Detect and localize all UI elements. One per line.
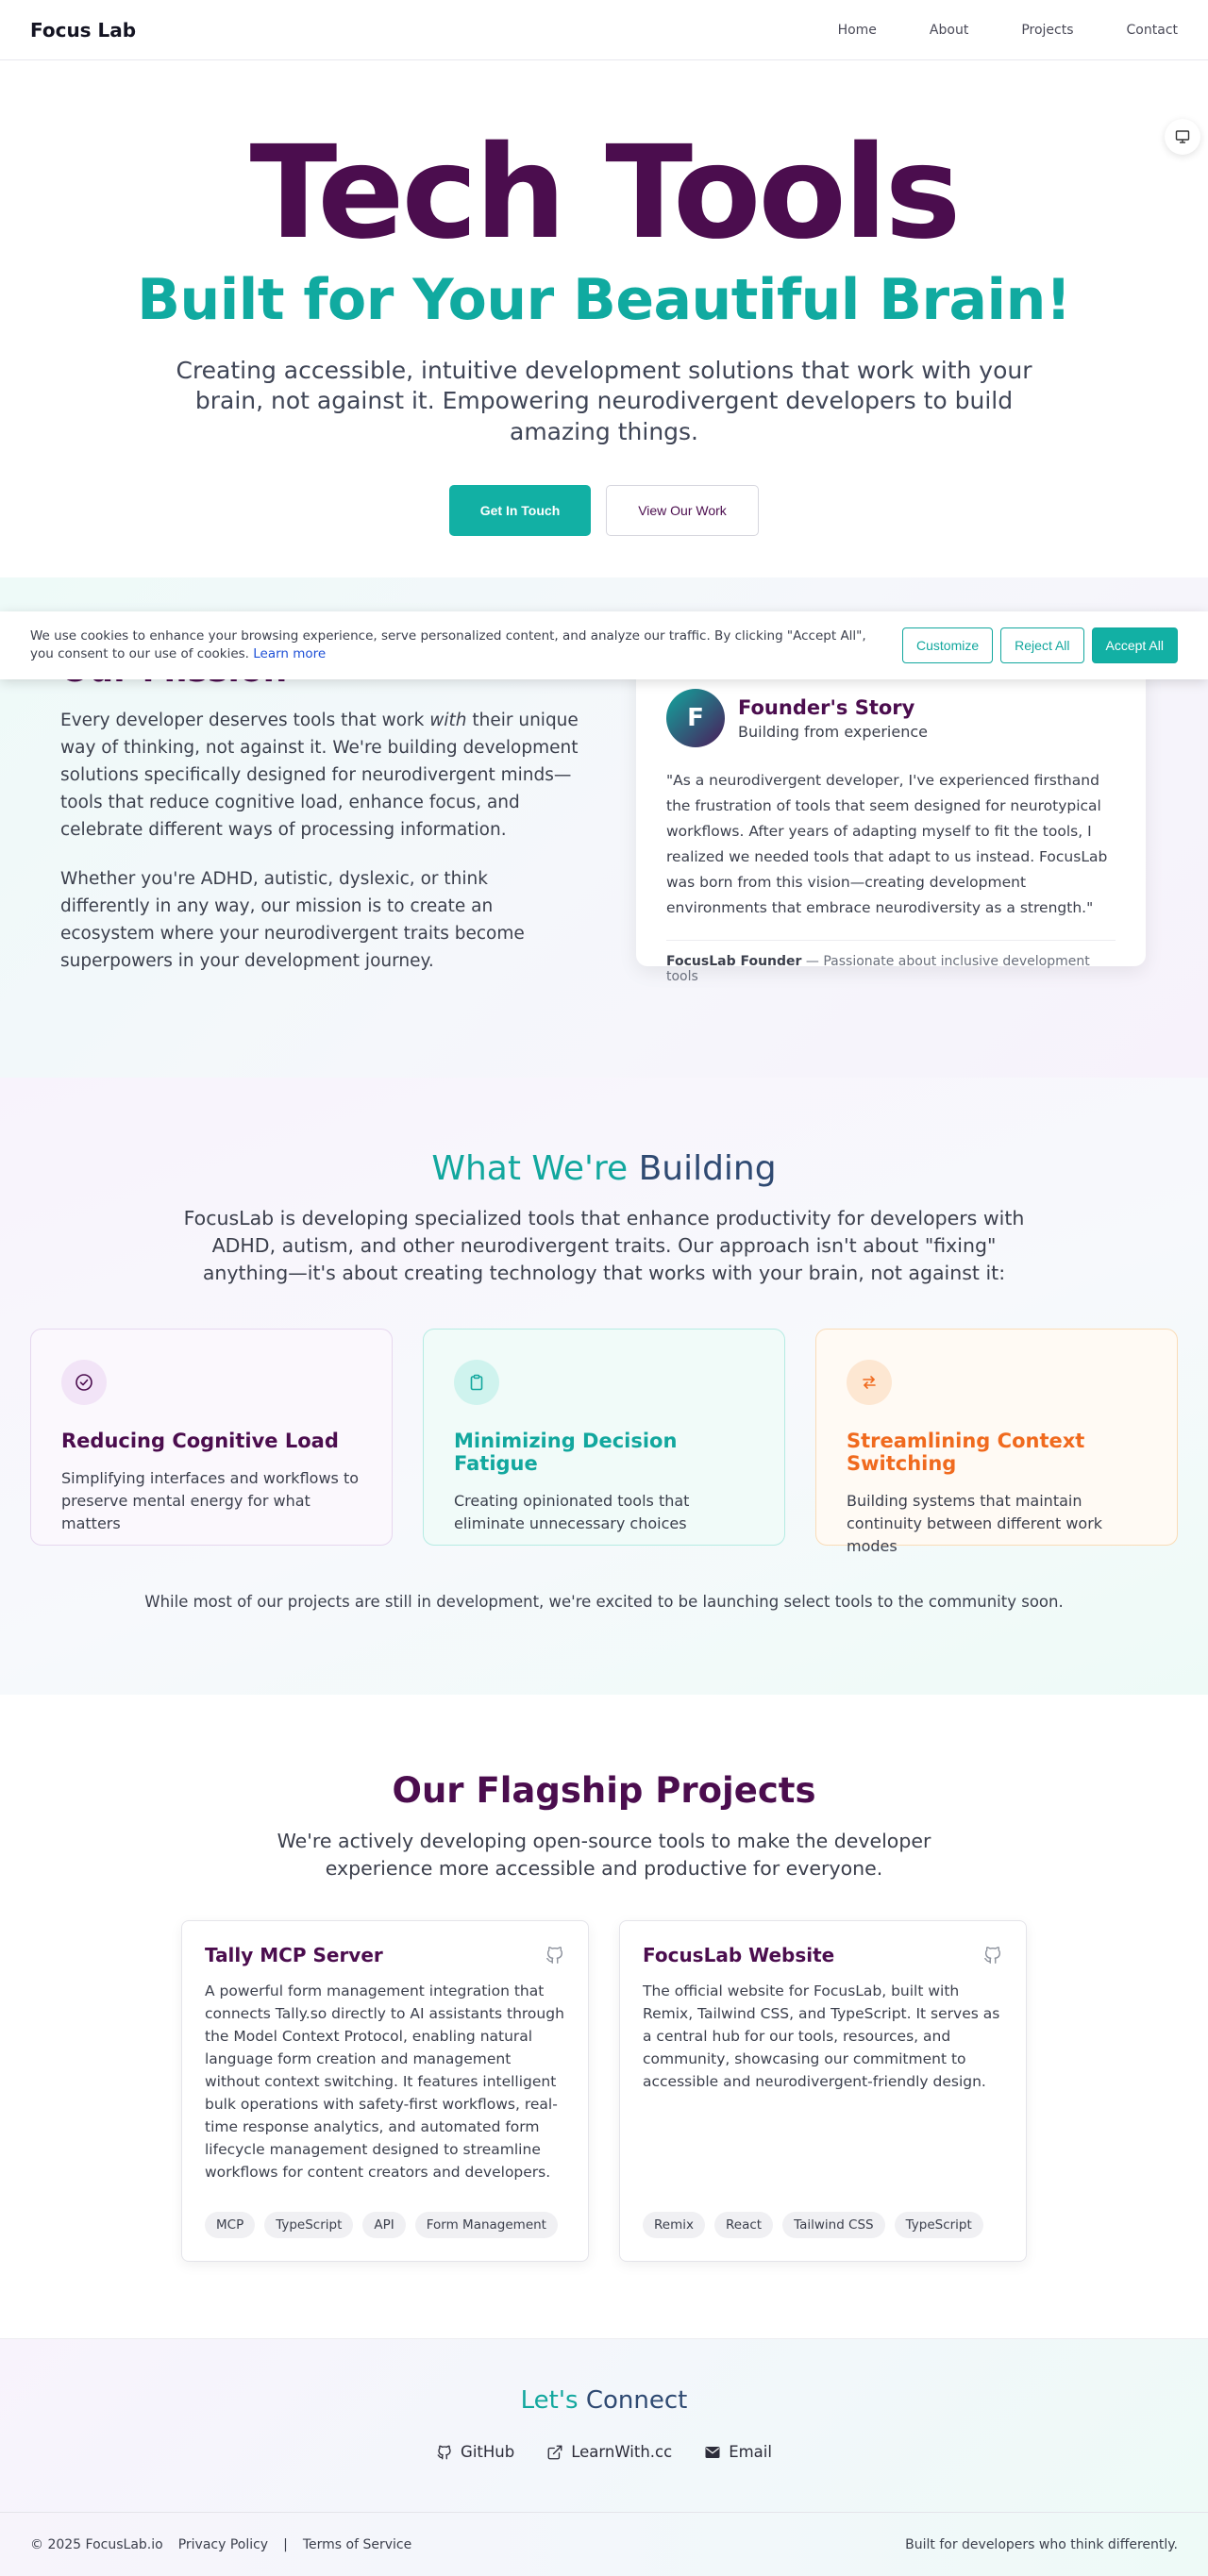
check-circle-icon: [76, 1374, 92, 1391]
mission-paragraph-2: Whether you're ADHD, autistic, dyslexic,…: [60, 869, 525, 971]
learn-more-link[interactable]: Learn more: [253, 646, 326, 661]
tag: API: [362, 2212, 406, 2238]
founder-header: F Founder's Story Building from experien…: [666, 689, 1116, 747]
founder-subtitle: Building from experience: [738, 722, 928, 741]
mission-text: Our Mission Every developer deserves too…: [60, 651, 579, 975]
project-card-focuslab-website: FocusLab Website The official website fo…: [619, 1920, 1027, 2262]
nav-links: Home About Projects Contact: [785, 23, 1178, 38]
building-title: What We're Building: [431, 1149, 777, 1188]
feature-description: Simplifying interfaces and workflows to …: [61, 1469, 360, 1532]
hero-subtitle: Built for Your Beautiful Brain!: [137, 266, 1071, 333]
email-link[interactable]: Email: [704, 2443, 772, 2461]
project-description: A powerful form management integration t…: [205, 1982, 564, 2181]
footer: © 2025 FocusLab.io Privacy Policy | Term…: [0, 2512, 1208, 2576]
terms-of-service-link[interactable]: Terms of Service: [303, 2537, 411, 2552]
project-title: Tally MCP Server: [205, 1944, 383, 1966]
copyright: © 2025 FocusLab.io: [30, 2536, 163, 2552]
view-our-work-button[interactable]: View Our Work: [606, 485, 759, 537]
feature-title: Streamlining Context Switching: [847, 1430, 1085, 1475]
feature-title: Minimizing Decision Fatigue: [454, 1430, 678, 1475]
feature-card-cognitive-load: Reducing Cognitive Load Simplifying inte…: [30, 1329, 393, 1546]
privacy-policy-link[interactable]: Privacy Policy: [178, 2537, 268, 2552]
feature-description: Creating opinionated tools that eliminat…: [454, 1492, 690, 1532]
founder-card: F Founder's Story Building from experien…: [636, 662, 1146, 984]
footer-separator: |: [283, 2536, 288, 2552]
top-nav: Focus Lab Home About Projects Contact: [0, 0, 1208, 60]
accept-all-button[interactable]: Accept All: [1091, 627, 1178, 663]
mail-icon: [705, 2446, 720, 2458]
feature-cards: Reducing Cognitive Load Simplifying inte…: [0, 1329, 1208, 1555]
project-description: The official website for FocusLab, built…: [643, 1982, 1000, 2090]
project-tags: MCP TypeScript API Form Management: [205, 2212, 558, 2238]
github-icon: [437, 2445, 451, 2459]
tag: MCP: [205, 2212, 256, 2238]
footer-left: © 2025 FocusLab.io Privacy Policy | Term…: [30, 2537, 411, 2552]
brand-logo[interactable]: Focus Lab: [30, 19, 136, 42]
feature-title: Reducing Cognitive Load: [61, 1430, 339, 1452]
projects-title: Our Flagship Projects: [392, 1770, 816, 1811]
clipboard-icon: [470, 1374, 483, 1391]
cookie-buttons: Customize Reject All Accept All: [902, 627, 1178, 663]
tag: Tailwind CSS: [782, 2212, 885, 2238]
building-note: While most of our projects are still in …: [144, 1593, 1064, 1611]
connect-links: GitHub LearnWith.cc Email: [0, 2443, 1208, 2461]
nav-link-projects[interactable]: Projects: [1021, 23, 1073, 38]
project-title: FocusLab Website: [643, 1944, 835, 1966]
founder-attribution: FocusLab Founder — Passionate about incl…: [666, 940, 1116, 984]
reject-all-button[interactable]: Reject All: [1000, 627, 1084, 663]
external-link-icon: [547, 2445, 562, 2459]
cookie-banner: We use cookies to enhance your browsing …: [0, 611, 1208, 679]
footer-tagline: Built for developers who think different…: [905, 2536, 1178, 2552]
nav-link-about[interactable]: About: [930, 23, 968, 38]
tag: Remix: [643, 2212, 705, 2238]
arrows-swap-icon: [863, 1376, 876, 1389]
founder-title: Founder's Story: [738, 695, 915, 719]
tag: TypeScript: [264, 2212, 354, 2238]
project-tags: Remix React Tailwind CSS TypeScript: [643, 2212, 983, 2238]
get-in-touch-button[interactable]: Get In Touch: [449, 485, 591, 537]
founder-quote: "As a neurodivergent developer, I've exp…: [666, 772, 1108, 916]
theme-toggle-button[interactable]: [1165, 119, 1200, 155]
tag: Form Management: [414, 2212, 558, 2238]
cookie-message: We use cookies to enhance your browsing …: [30, 628, 866, 661]
customize-button[interactable]: Customize: [902, 627, 994, 663]
monitor-icon: [1175, 130, 1190, 143]
nav-link-home[interactable]: Home: [838, 23, 877, 38]
projects-intro: We're actively developing open-source to…: [277, 1830, 931, 1880]
building-intro: FocusLab is developing specialized tools…: [183, 1207, 1025, 1284]
feature-card-decision-fatigue: Minimizing Decision Fatigue Creating opi…: [423, 1329, 785, 1546]
nav-link-contact[interactable]: Contact: [1127, 23, 1178, 38]
project-card-tally-mcp: Tally MCP Server A powerful form managem…: [181, 1920, 589, 2262]
mission-paragraph-1: Every developer deserves tools that work…: [60, 711, 579, 840]
hero-description: Creating accessible, intuitive developme…: [176, 356, 1032, 445]
connect-section: Let's Connect GitHub LearnWith.cc Email: [0, 2338, 1208, 2512]
projects-section: Our Flagship Projects We're actively dev…: [0, 1695, 1208, 2338]
github-icon[interactable]: [545, 1945, 565, 1965]
learnwith-link[interactable]: LearnWith.cc: [546, 2443, 672, 2461]
feature-card-context-switching: Streamlining Context Switching Building …: [815, 1329, 1178, 1555]
hero-buttons: Get In Touch View Our Work: [0, 485, 1208, 537]
feature-description: Building systems that maintain continuit…: [847, 1492, 1103, 1555]
hero-title: Tech Tools: [249, 119, 962, 268]
tag: TypeScript: [894, 2212, 983, 2238]
hero-section: Tech Tools Built for Your Beautiful Brai…: [0, 60, 1208, 577]
github-icon[interactable]: [982, 1945, 1003, 1965]
building-section: What We're Building FocusLab is developi…: [0, 1078, 1208, 1695]
github-link[interactable]: GitHub: [436, 2443, 514, 2461]
avatar: F: [666, 689, 725, 747]
project-grid: Tally MCP Server A powerful form managem…: [0, 1920, 1208, 2262]
connect-title: Let's Connect: [520, 2386, 688, 2415]
tag: React: [713, 2212, 774, 2238]
